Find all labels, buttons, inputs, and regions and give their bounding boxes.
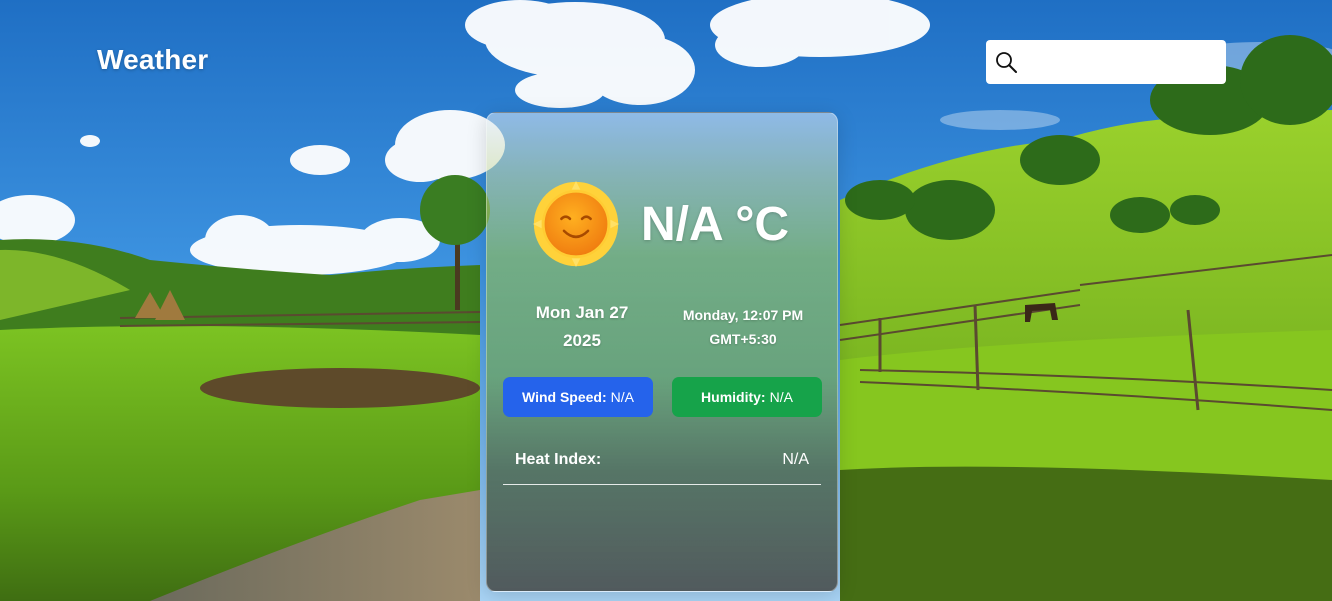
- time-display: Monday, 12:07 PM GMT+5:30: [663, 303, 823, 351]
- temperature: N/A °C: [641, 198, 790, 251]
- app-title: Weather: [97, 44, 209, 75]
- wind-speed-badge: Wind Speed: N/A: [503, 377, 653, 417]
- search-input[interactable]: [1024, 43, 1218, 81]
- search-icon[interactable]: [994, 50, 1018, 74]
- heat-index-value: N/A: [782, 451, 809, 468]
- sun-icon: [533, 181, 619, 267]
- wind-speed-label: Wind Speed:: [522, 389, 607, 405]
- humidity-value: N/A: [769, 389, 793, 405]
- date-line-year: 2025: [563, 331, 601, 350]
- wind-speed-value: N/A: [610, 389, 634, 405]
- heat-index-row: Heat Index: N/A: [503, 447, 821, 485]
- time-line-zone: GMT+5:30: [709, 331, 777, 347]
- humidity-badge: Humidity: N/A: [672, 377, 822, 417]
- humidity-label: Humidity:: [701, 389, 766, 405]
- date-display: Mon Jan 27 2025: [517, 299, 647, 355]
- weather-app: Weather N/A °C Mon Jan 27 2025 Monday, 1…: [0, 0, 1332, 601]
- weather-card: N/A °C Mon Jan 27 2025 Monday, 12:07 PM …: [486, 112, 838, 592]
- heat-index-label: Heat Index:: [515, 451, 602, 468]
- date-line-day: Mon Jan 27: [535, 303, 629, 322]
- search-box[interactable]: [986, 40, 1226, 84]
- time-line-local: Monday, 12:07 PM: [682, 307, 804, 323]
